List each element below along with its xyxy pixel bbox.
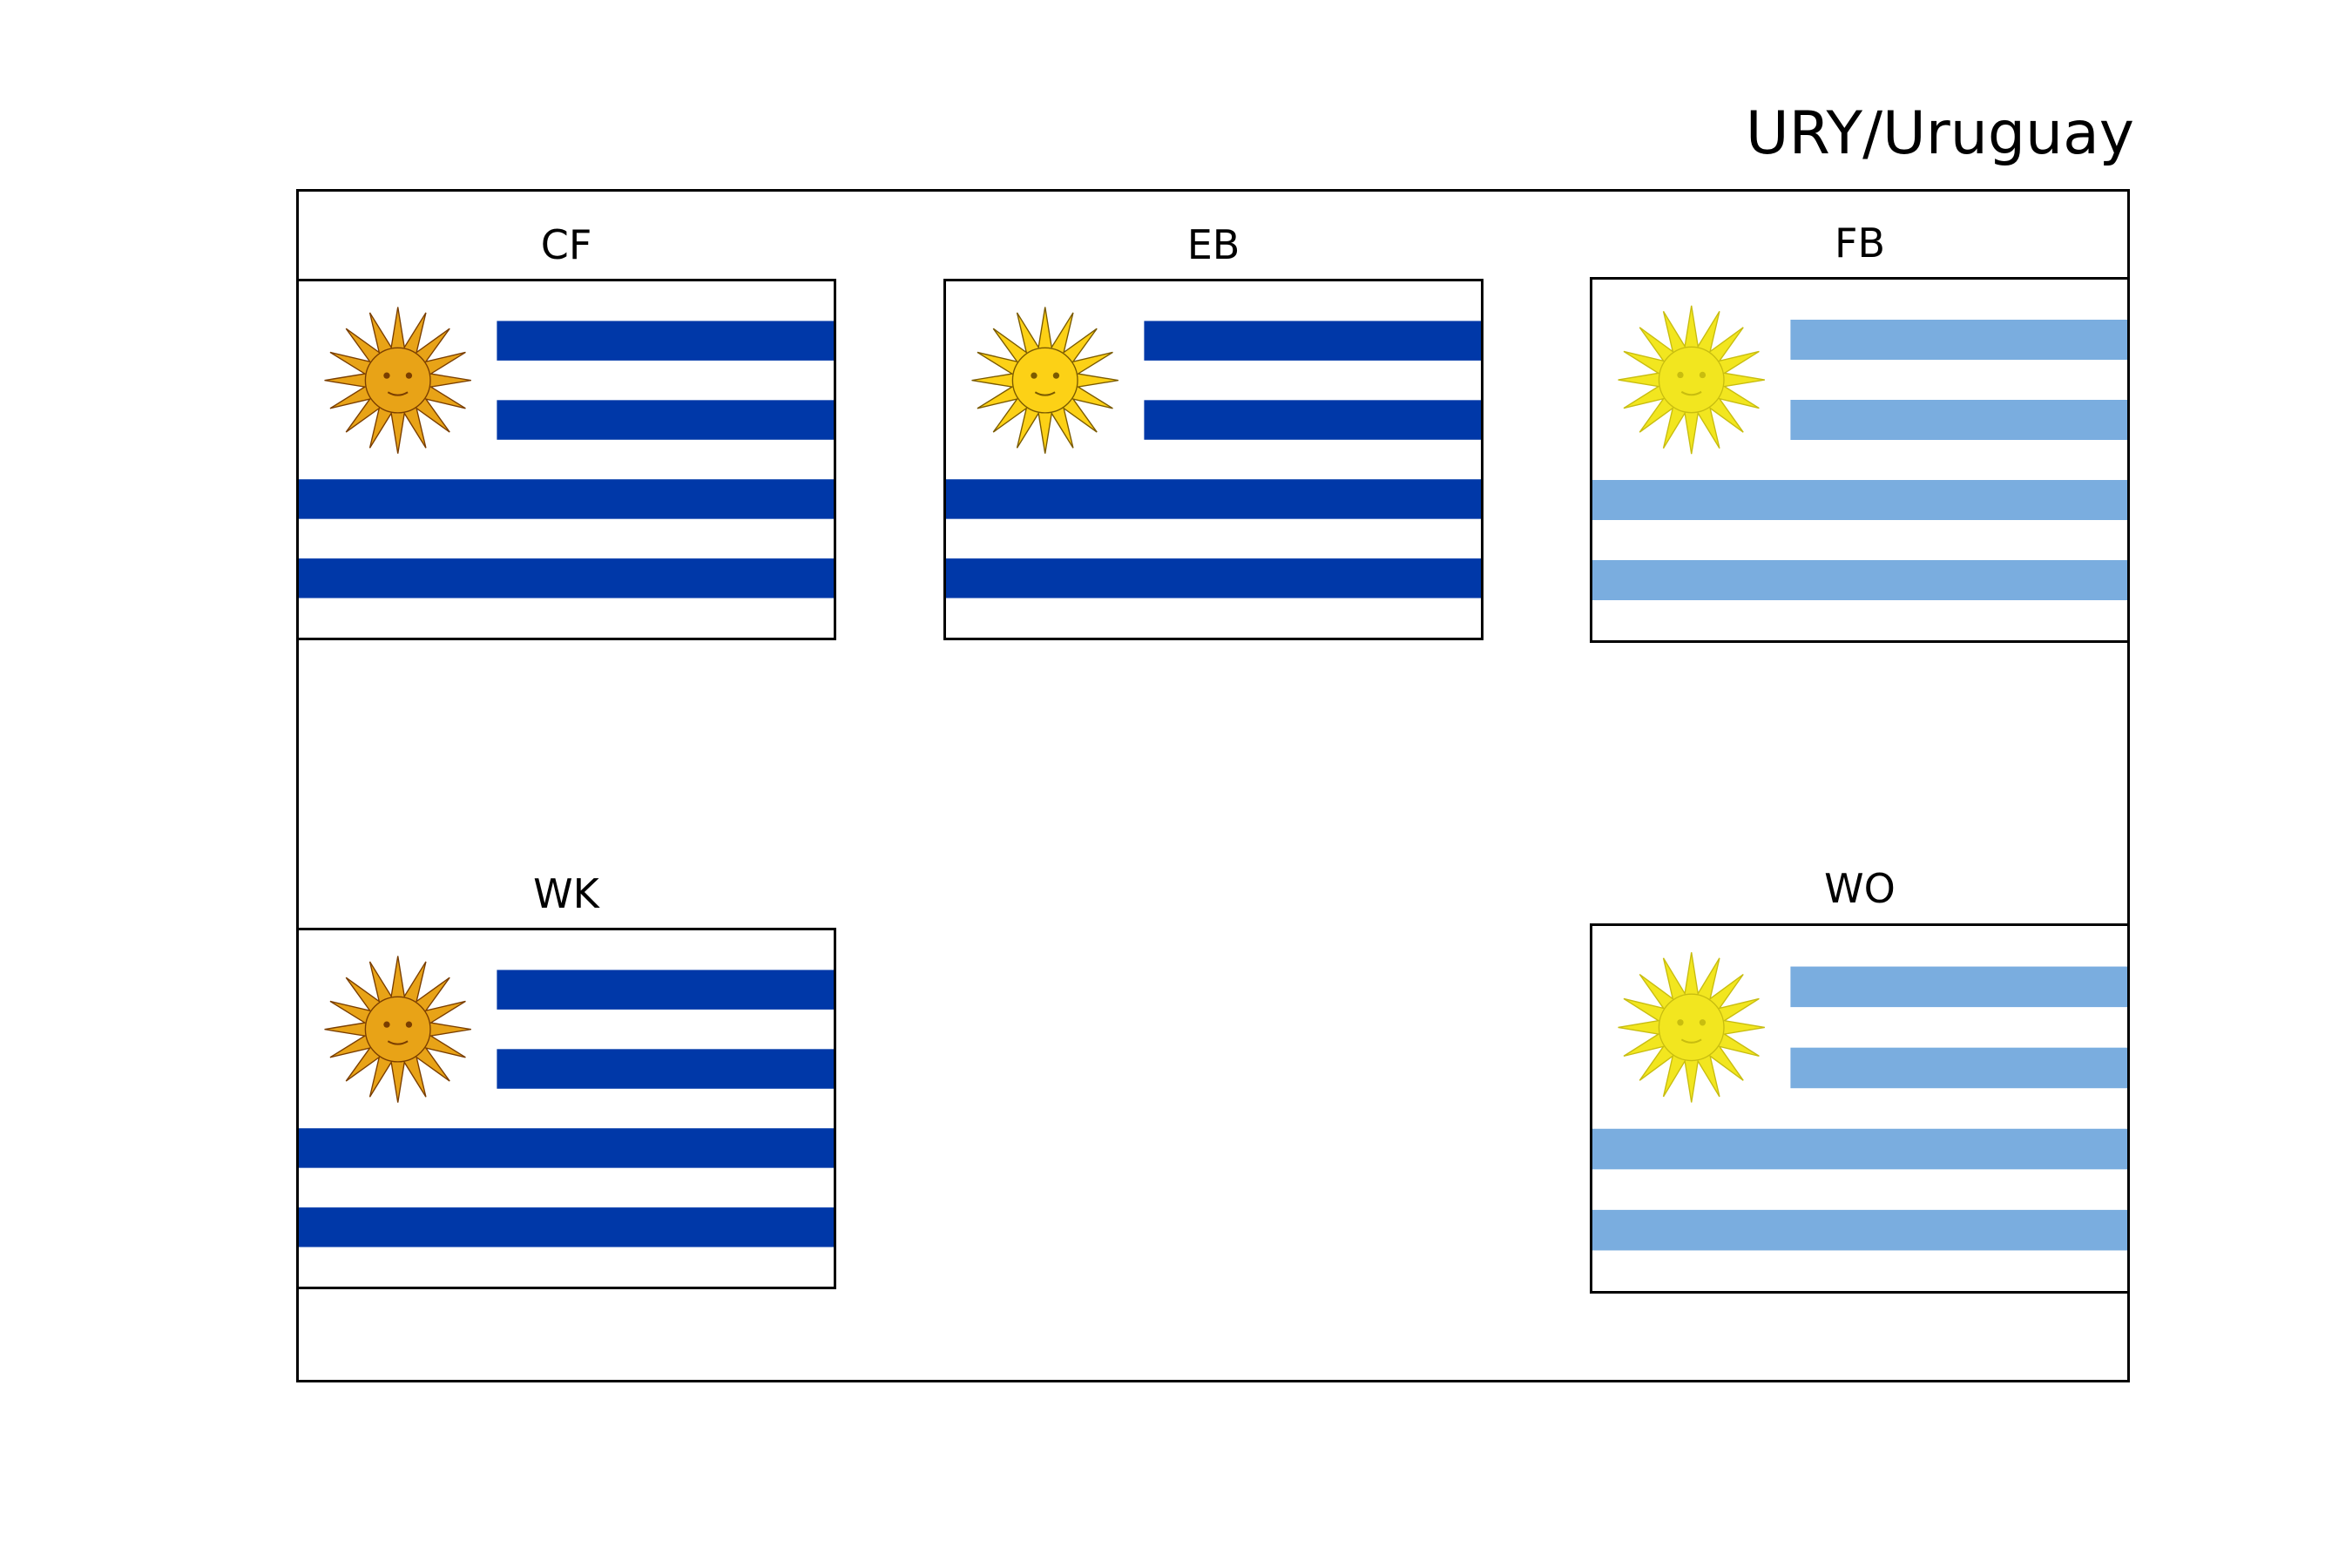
flag-eb [943,279,1484,640]
blue-stripe [946,479,1481,519]
uruguay-flag-graphic [946,281,1481,638]
blue-stripe [1592,480,2127,520]
blue-stripe [1790,966,2127,1008]
blue-stripe [946,558,1481,598]
blue-stripe [1790,1047,2127,1089]
sun-of-may-icon [1618,305,1765,455]
blue-stripe [1790,320,2127,360]
sun-of-may-icon [1618,952,1765,1103]
flag-wk [296,928,836,1289]
sun-of-may-icon [324,307,471,454]
blue-stripe [1592,1128,2127,1170]
blue-stripe [299,558,834,598]
flag-label-fb: FB [1834,220,1886,267]
flag-wo [1590,923,2130,1294]
flag-label-cf: CF [540,221,592,268]
blue-stripe [1592,1209,2127,1251]
blue-stripe [497,400,834,440]
sun-of-may-icon [971,307,1119,454]
uruguay-flag-graphic [1592,280,2127,640]
uruguay-flag-graphic [299,930,834,1287]
blue-stripe [299,1207,834,1247]
flag-cf [296,279,836,640]
blue-stripe [497,970,834,1010]
flag-fb [1590,277,2130,643]
flag-label-eb: EB [1186,221,1240,268]
uruguay-flag-graphic [1592,926,2127,1291]
blue-stripe [1592,560,2127,600]
blue-stripe [1144,400,1481,440]
sun-of-may-icon [324,956,471,1103]
blue-stripe [299,1128,834,1168]
blue-stripe [1790,400,2127,440]
flag-label-wo: WO [1824,865,1896,912]
blue-stripe [497,321,834,361]
blue-stripe [299,479,834,519]
flag-label-wk: WK [533,870,599,917]
uruguay-flag-graphic [299,281,834,638]
page-title: URY/Uruguay [1745,99,2134,168]
blue-stripe [497,1049,834,1089]
blue-stripe [1144,321,1481,361]
